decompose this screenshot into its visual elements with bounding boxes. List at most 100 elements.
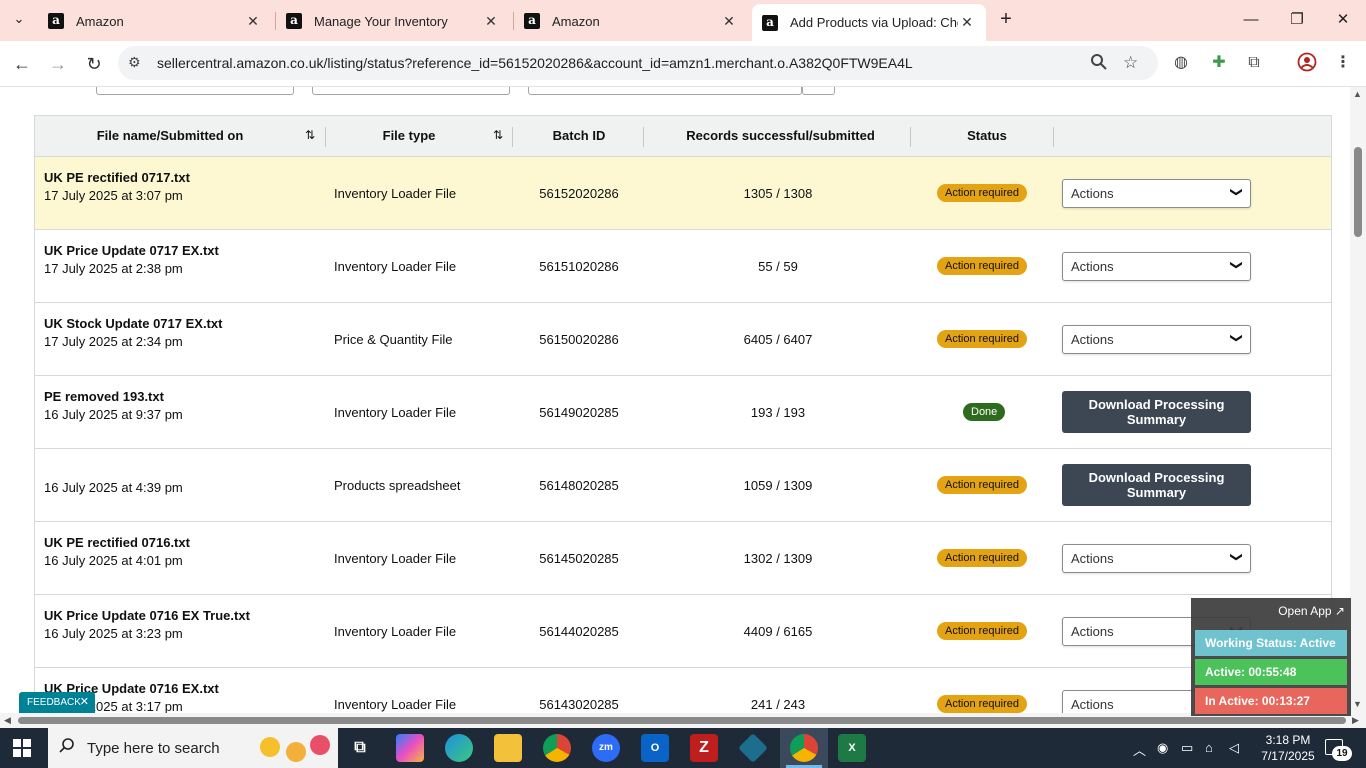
- status-badge: Action required: [937, 622, 1027, 640]
- profile-icon[interactable]: [1296, 52, 1318, 74]
- table-row: UK Price Update 0717 EX.txt 17 July 2025…: [35, 230, 1331, 303]
- back-arrow-icon[interactable]: ←: [9, 51, 35, 77]
- window-close-icon[interactable]: ✕: [1328, 8, 1358, 32]
- filezilla-icon[interactable]: Z: [690, 734, 718, 762]
- vertical-scroll-thumb[interactable]: [1354, 147, 1362, 237]
- sort-arrows-icon[interactable]: ⇅: [305, 128, 315, 142]
- tab-search-chevron-icon[interactable]: ⌄: [8, 8, 30, 30]
- tab-title: Amazon: [552, 13, 600, 29]
- feedback-label: FEEDBACK: [27, 697, 81, 708]
- search-button[interactable]: [802, 87, 835, 95]
- tab-add-products-upload[interactable]: a Add Products via Upload: Chec ✕: [752, 4, 986, 41]
- chevron-down-icon: ❯: [1229, 551, 1244, 563]
- tab-manage-inventory[interactable]: a Manage Your Inventory ✕: [276, 5, 510, 37]
- new-tab-plus-icon[interactable]: +: [995, 8, 1017, 32]
- table-header: File name/Submitted on ⇅ File type ⇅ Bat…: [35, 116, 1331, 157]
- copilot-icon[interactable]: [396, 734, 424, 762]
- actions-dropdown[interactable]: Actions ❯: [1062, 179, 1251, 208]
- scroll-up-arrow-icon[interactable]: ▲: [1353, 89, 1362, 99]
- taskbar-clock[interactable]: 3:18 PM 7/17/2025: [1258, 732, 1318, 764]
- submitted-date: 17 July 2025 at 3:07 pm: [44, 188, 183, 203]
- search-icon: [58, 737, 76, 760]
- table-row: UK Stock Update 0717 EX.txt 17 July 2025…: [35, 303, 1331, 376]
- zoom-icon[interactable]: [1090, 53, 1108, 76]
- restore-icon[interactable]: ❐: [1282, 8, 1312, 32]
- actions-dropdown[interactable]: Actions ❯: [1062, 252, 1251, 281]
- outlook-icon[interactable]: O: [641, 734, 669, 762]
- zoom-workplace-icon[interactable]: zm: [592, 734, 620, 762]
- clock-time: 3:18 PM: [1265, 733, 1311, 747]
- taskbar-search[interactable]: Type here to search: [48, 728, 338, 768]
- search-input[interactable]: [528, 87, 802, 95]
- horizontal-scrollbar[interactable]: ◀ ▶: [0, 713, 1366, 728]
- tab-close-icon[interactable]: ✕: [244, 13, 262, 30]
- filter-input-2[interactable]: [312, 87, 510, 95]
- extension-icon[interactable]: ✚: [1208, 52, 1230, 74]
- tray-volume-icon[interactable]: ◁: [1229, 740, 1239, 756]
- tab-close-icon[interactable]: ✕: [958, 14, 976, 31]
- forward-arrow-icon[interactable]: →: [45, 51, 71, 77]
- excel-icon[interactable]: X: [838, 734, 866, 762]
- records-count: 1302 / 1309: [743, 551, 813, 566]
- table-row: PE removed 193.txt 16 July 2025 at 9:37 …: [35, 376, 1331, 449]
- actions-dropdown[interactable]: Actions ❯: [1062, 325, 1251, 354]
- header-divider: [1053, 127, 1054, 147]
- header-file-type[interactable]: File type: [353, 128, 465, 143]
- windows-start-icon[interactable]: [13, 739, 31, 757]
- download-processing-summary-button[interactable]: Download Processing Summary: [1062, 464, 1251, 506]
- table-row: UK Price Update 0716 EX True.txt 16 July…: [35, 595, 1331, 668]
- app-icon[interactable]: [738, 733, 768, 763]
- chrome-active-icon[interactable]: [790, 734, 818, 762]
- records-count: 241 / 243: [750, 697, 806, 712]
- records-count: 4409 / 6165: [743, 624, 813, 639]
- file-explorer-icon[interactable]: [494, 734, 522, 762]
- open-app-link[interactable]: Open App ↗: [1278, 604, 1345, 618]
- table-row: UK Price Update 0716 EX.txt 16 July 2025…: [35, 668, 1331, 713]
- submitted-date: 16 July 2025 at 4:39 pm: [44, 480, 183, 495]
- status-badge: Action required: [937, 549, 1027, 567]
- tray-battery-icon[interactable]: ▭: [1181, 740, 1193, 756]
- emoji-decoration-icon: [260, 737, 280, 757]
- edge-icon[interactable]: [445, 734, 473, 762]
- download-processing-summary-button[interactable]: Download Processing Summary: [1062, 391, 1251, 433]
- file-name: UK PE rectified 0716.txt: [44, 535, 190, 550]
- status-badge: Action required: [937, 476, 1027, 494]
- actions-dropdown[interactable]: Actions ❯: [1062, 544, 1251, 573]
- records-count: 1305 / 1308: [743, 186, 813, 201]
- sort-arrows-icon[interactable]: ⇅: [493, 128, 503, 142]
- minimize-icon[interactable]: —: [1236, 8, 1266, 32]
- filter-input-1[interactable]: [96, 87, 294, 95]
- batch-id: 56145020285: [539, 551, 619, 566]
- vertical-scrollbar[interactable]: ▲ ▼: [1350, 87, 1366, 713]
- header-file-name[interactable]: File name/Submitted on: [75, 128, 265, 143]
- kebab-menu-icon[interactable]: ⋮: [1332, 52, 1354, 74]
- scroll-left-arrow-icon[interactable]: ◀: [4, 715, 11, 726]
- extensions-puzzle-icon[interactable]: ⧉: [1243, 52, 1265, 74]
- scroll-right-arrow-icon[interactable]: ▶: [1352, 715, 1359, 726]
- file-type: Inventory Loader File: [334, 624, 457, 639]
- tab-close-icon[interactable]: ✕: [482, 13, 500, 30]
- task-view-icon[interactable]: ⧉: [346, 734, 374, 762]
- header-divider: [325, 127, 326, 147]
- tab-amazon-2[interactable]: a Amazon ✕: [514, 5, 748, 37]
- horizontal-scroll-thumb[interactable]: [18, 717, 1346, 724]
- feedback-button[interactable]: FEEDBACK ✕: [19, 692, 95, 713]
- scroll-down-arrow-icon[interactable]: ▼: [1353, 699, 1362, 709]
- url-text[interactable]: sellercentral.amazon.co.uk/listing/statu…: [157, 55, 913, 71]
- tray-network-icon[interactable]: ⌂: [1205, 740, 1213, 755]
- feedback-close-icon[interactable]: ✕: [80, 692, 89, 713]
- table-row: UK PE rectified 0717.txt 17 July 2025 at…: [35, 157, 1331, 230]
- tray-webcam-icon[interactable]: ◉: [1157, 740, 1168, 756]
- bookmark-star-icon[interactable]: ☆: [1123, 53, 1138, 73]
- actions-label: Actions: [1071, 697, 1114, 712]
- submitted-date: 17 July 2025 at 2:34 pm: [44, 334, 183, 349]
- tray-chevron-up-icon[interactable]: ︿: [1133, 740, 1146, 759]
- tab-close-icon[interactable]: ✕: [720, 13, 738, 30]
- site-settings-icon[interactable]: ⚙: [128, 54, 141, 71]
- tab-amazon-1[interactable]: a Amazon ✕: [38, 5, 272, 37]
- reload-icon[interactable]: ↻: [81, 51, 107, 77]
- address-bar[interactable]: ⚙ sellercentral.amazon.co.uk/listing/sta…: [118, 46, 1158, 80]
- translate-globe-icon[interactable]: ◍: [1170, 52, 1192, 74]
- status-badge: Action required: [937, 695, 1027, 713]
- chrome-icon[interactable]: [543, 734, 571, 762]
